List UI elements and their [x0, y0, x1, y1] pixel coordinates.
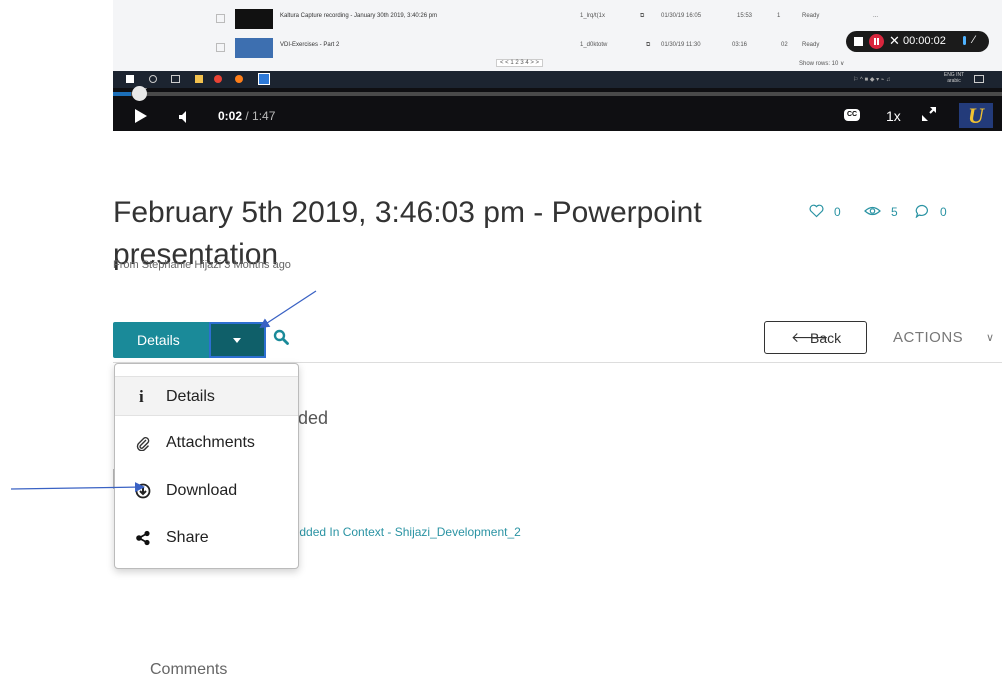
actions-label: ACTIONS: [893, 329, 964, 346]
university-logo: U: [959, 103, 993, 128]
annotation-arrow-dropdown: [259, 290, 317, 329]
back-label: Back: [810, 330, 842, 346]
chevron-down-icon: ∨: [986, 332, 995, 344]
table-pager: < < 1 2 3 4 > >: [496, 59, 544, 67]
tray-locale: arabic: [947, 78, 961, 84]
caret-down-icon: [233, 338, 241, 343]
menu-item-details[interactable]: i Details: [115, 376, 298, 416]
menu-item-label: Details: [166, 388, 215, 405]
fullscreen-icon[interactable]: [921, 106, 937, 122]
comment-icon: [915, 204, 928, 218]
share-glyph: ⧉: [640, 13, 645, 19]
close-icon: ✕: [889, 33, 900, 48]
actions-menu[interactable]: ACTIONS ∨: [893, 329, 994, 346]
task-view-icon: [171, 75, 180, 83]
recording-plays: 02: [781, 42, 788, 48]
seek-bar-played: [113, 92, 131, 96]
kaltura-app-icon: [258, 73, 270, 85]
recording-duration: 15:53: [737, 13, 753, 19]
play-icon[interactable]: [135, 109, 147, 123]
recording-title: VDI-Exercises - Part 2: [280, 42, 340, 48]
video-frame: Kaltura Capture recording - January 30th…: [113, 0, 1002, 91]
taskbar: ⚐ ^ ■ ◆ ▾ ⌁ ♫ ENG INT arabic: [113, 71, 1002, 88]
firefox-icon: [235, 75, 243, 83]
folder-icon: [195, 75, 203, 83]
search-icon[interactable]: [273, 329, 289, 345]
recording-title: Kaltura Capture recording - January 30th…: [280, 13, 438, 19]
share-glyph: ⧉: [646, 42, 651, 48]
download-icon: [135, 483, 151, 499]
recording-id: 1_lrq/t(1x: [580, 13, 606, 19]
info-icon: i: [139, 387, 144, 406]
likes-count: 0: [834, 205, 841, 219]
language-indicator: ENG INT arabic: [943, 72, 965, 84]
recording-id: 1_d0ktotw: [580, 42, 608, 48]
video-player[interactable]: Kaltura Capture recording - January 30th…: [113, 0, 1002, 131]
seek-handle[interactable]: [132, 86, 147, 101]
seek-bar[interactable]: [113, 92, 1002, 96]
chrome-icon: [214, 75, 222, 83]
heart-icon[interactable]: [809, 204, 824, 218]
details-dropdown-menu: i Details Attachments Download Share: [114, 363, 299, 569]
comments-count: 0: [940, 205, 947, 219]
paperclip-icon: [136, 437, 150, 451]
row-checkbox: [216, 14, 225, 23]
time-display: 0:02 / 1:47: [218, 109, 275, 123]
total-duration: / 1:47: [245, 109, 276, 123]
entry-stats: 0 5 0: [809, 204, 1002, 220]
menu-item-download[interactable]: Download: [115, 471, 298, 511]
views-count: 5: [891, 205, 898, 219]
notifications-icon: [974, 75, 984, 83]
recording-plays: 1: [777, 13, 781, 19]
windows-start-icon: [126, 75, 134, 83]
current-time: 0:02: [218, 109, 243, 123]
comments-heading: Comments: [150, 661, 228, 678]
share-icon: [136, 530, 150, 546]
embedded-context-link[interactable]: bedded In Context - Shijazi_Development_…: [286, 525, 521, 539]
recorder-widget: ✕ 00:00:02 ⁄: [846, 31, 989, 52]
recording-date: 01/30/19 16:05: [661, 13, 702, 19]
recording-thumbnail: [235, 38, 273, 58]
recording-row: Kaltura Capture recording - January 30th…: [113, 7, 1002, 31]
menu-item-label: Attachments: [166, 434, 255, 451]
menu-item-label: Download: [166, 482, 238, 499]
recording-date: 01/30/19 11:30: [661, 42, 701, 48]
menu-item-label: Share: [166, 529, 209, 546]
details-dropdown-toggle[interactable]: [209, 322, 266, 358]
microphone-icon: [963, 36, 966, 45]
byline: From Stephanie Hijazi 3 Months ago: [113, 259, 291, 271]
playback-speed-button[interactable]: 1x: [886, 108, 901, 124]
details-button[interactable]: Details: [113, 322, 209, 358]
details-text-fragment: ded: [298, 408, 329, 428]
recording-status: Ready: [802, 42, 820, 48]
recording-duration: 03:16: [732, 42, 748, 48]
eye-icon: [864, 206, 881, 216]
menu-item-attachments[interactable]: Attachments: [115, 423, 298, 463]
system-tray: ⚐ ^ ■ ◆ ▾ ⌁ ♫: [853, 77, 891, 83]
show-rows-select: Show rows: 10 ∨: [799, 61, 845, 67]
closed-captions-button[interactable]: CC: [844, 109, 860, 121]
menu-item-share[interactable]: Share: [115, 518, 298, 558]
search-icon: [149, 75, 157, 83]
pause-icon: [869, 34, 884, 49]
volume-icon[interactable]: [179, 111, 191, 123]
row-checkbox: [216, 43, 225, 52]
recorder-timer: 00:00:02: [903, 35, 946, 47]
pen-icon: ⁄: [973, 34, 975, 46]
stop-icon: [854, 37, 863, 46]
more-glyph: ...: [873, 13, 879, 19]
recording-status: Ready: [802, 13, 820, 19]
back-button[interactable]: 🡐 Back: [764, 321, 867, 354]
recording-thumbnail: [235, 9, 273, 29]
